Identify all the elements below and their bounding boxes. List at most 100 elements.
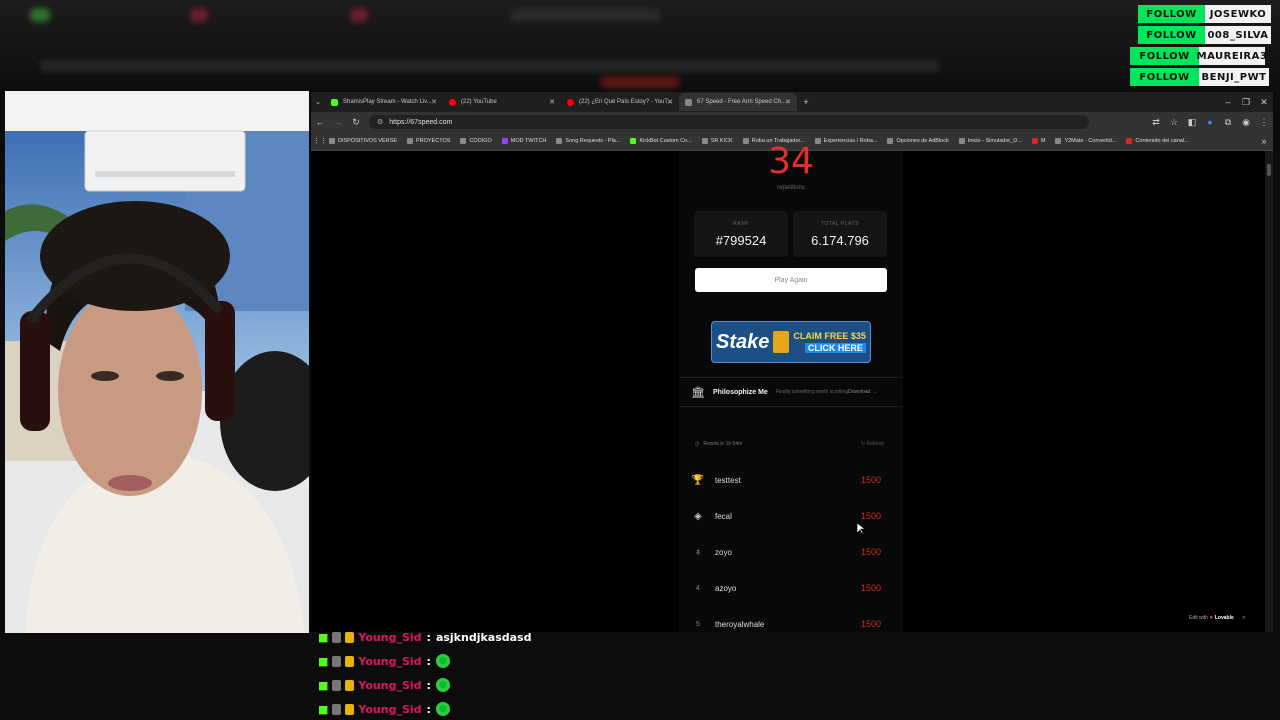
heart-icon: ♥	[1209, 615, 1213, 621]
minimize-icon[interactable]: –	[1219, 97, 1237, 107]
refresh-label: Refresh	[866, 441, 885, 447]
stake-ad-banner[interactable]: Stake CLAIM FREE $35 CLICK HERE	[711, 321, 871, 363]
tab-title: (22) ¿En Qué País Estoy? - YouT...	[579, 99, 673, 105]
translate-icon[interactable]: ⇄	[1147, 117, 1165, 128]
close-icon[interactable]: ✕	[431, 98, 437, 106]
back-icon[interactable]: ←	[311, 117, 329, 127]
twitch-icon	[501, 138, 508, 144]
chat-separator: :	[426, 630, 431, 644]
bookmark[interactable]: Inicio - Simulador_D...	[958, 138, 1022, 144]
rank-box: RANK #799524	[694, 211, 788, 257]
bookmark[interactable]: Song Requests - Pla...	[556, 138, 620, 144]
tab-search-icon[interactable]: ⌄	[311, 98, 325, 106]
close-window-icon[interactable]: ✕	[1255, 97, 1273, 108]
game-card: 34 repetitions RANK #799524 TOTAL PLAYS …	[679, 141, 903, 632]
kick-icon	[630, 138, 637, 144]
tab-title: 67 Speed - Free Arm Speed Ch...	[697, 99, 787, 105]
leaderboard-row: ♁ zoyo 1500	[691, 539, 887, 565]
play-again-button[interactable]: Play Again	[695, 268, 887, 292]
browser-tab[interactable]: ShamisPlay Stream - Watch Liv... ✕	[325, 93, 443, 111]
bookmark[interactable]: CODIGO	[460, 138, 492, 144]
address-bar: ← → ↻ ⚙ https://67speed.com ⇄ ☆ ◧ ● ⧉ ◉ …	[311, 112, 1273, 132]
kick-icon: ■	[318, 678, 329, 692]
tab-title: (22) YouTube	[461, 99, 497, 105]
scrollbar-thumb[interactable]	[1267, 164, 1271, 176]
close-icon[interactable]: ✕	[1242, 615, 1246, 621]
bookmark[interactable]: MOD TWITCH	[501, 138, 546, 144]
follower-name: JOSEWKO	[1205, 5, 1271, 23]
bookmark-label: CODIGO	[469, 138, 492, 144]
restore-icon[interactable]: ❐	[1237, 97, 1255, 108]
player-score: 1500	[860, 619, 881, 629]
bookmark[interactable]: Y2Mate - Convertid...	[1055, 138, 1116, 144]
follow-alert: FOLLOW MAUREIRA3	[1130, 47, 1267, 65]
chat-message: ■ Young_Sid : ●	[318, 699, 450, 719]
browser-tab[interactable]: (22) YouTube ✕	[443, 93, 561, 111]
reps-label: repetitions	[777, 185, 805, 191]
promo-download[interactable]: Download →	[848, 389, 877, 395]
browser-window: ⌄ ShamisPlay Stream - Watch Liv... ✕ (22…	[311, 92, 1273, 632]
follow-button[interactable]: FOLLOW	[1130, 47, 1199, 65]
promo-name: Philosophize Me	[712, 388, 768, 396]
bookmark-label: DISPOSITIVOS VERSE	[338, 138, 397, 144]
follow-button[interactable]: FOLLOW	[1138, 26, 1205, 44]
reset-timer: ◷ Resets in 1h 54m	[695, 441, 742, 447]
chat-separator: :	[426, 702, 431, 716]
reload-icon[interactable]: ↻	[347, 117, 365, 128]
chat-message: ■ Young_Sid : ●	[318, 651, 450, 671]
folder-icon	[460, 138, 467, 144]
bookmark-label: Contenido del canal...	[1135, 138, 1189, 144]
extension-icon[interactable]: ●	[1201, 117, 1219, 127]
chat-message: ■ Young_Sid : ●	[318, 675, 450, 695]
bookmark-label: Y2Mate - Convertid...	[1064, 138, 1117, 144]
bookmark[interactable]: PROYECTOS	[407, 138, 450, 144]
chat-message: ■ Young_Sid : asjkndjkasdasd	[318, 627, 531, 647]
new-tab-icon[interactable]: +	[797, 97, 815, 107]
clock-icon: ◷	[695, 441, 700, 447]
url-input[interactable]: ⚙ https://67speed.com	[369, 115, 1089, 129]
extension-icon[interactable]: ◧	[1183, 117, 1201, 128]
plays-label: TOTAL PLAYS	[820, 221, 860, 227]
forward-icon[interactable]: →	[329, 117, 347, 127]
player-name: azoyo	[715, 583, 737, 593]
close-icon[interactable]: ✕	[667, 98, 673, 106]
ad-claim: CLAIM FREE $35	[793, 331, 866, 341]
browser-tab[interactable]: (22) ¿En Qué País Estoy? - YouT... ✕	[561, 93, 679, 111]
player-name: fecal	[715, 511, 732, 521]
follow-button[interactable]: FOLLOW	[1138, 5, 1205, 23]
apps-icon[interactable]: ⋮⋮	[311, 137, 329, 145]
kick-icon	[331, 98, 338, 106]
promo-bar[interactable]: 🏛 Philosophize Me Finally something wort…	[679, 377, 903, 407]
profile-icon[interactable]: ◉	[1237, 117, 1255, 128]
site-info-icon[interactable]: ⚙	[377, 118, 383, 126]
star-icon[interactable]: ☆	[1165, 117, 1183, 128]
edit-with-label: Edit with	[1189, 615, 1208, 621]
folder-icon	[329, 138, 335, 144]
player-score: 1500	[860, 547, 881, 557]
follower-name: BENJI_PWT	[1199, 68, 1269, 86]
bookmark[interactable]: DISPOSITIVOS VERSE	[329, 138, 397, 144]
bookmark[interactable]: Contenido del canal...	[1126, 138, 1189, 144]
browser-tab-active[interactable]: 67 Speed - Free Arm Speed Ch... ✕	[679, 93, 797, 111]
puzzle-icon[interactable]: ⧉	[1219, 117, 1237, 128]
kick-icon: ■	[318, 630, 329, 644]
player-name: zoyo	[715, 547, 732, 557]
leaderboard-row: 5 theroyalwhale 1500	[691, 611, 887, 632]
badge-icon	[332, 631, 342, 643]
folder-icon	[407, 138, 413, 144]
youtube-icon	[1126, 138, 1133, 144]
refresh-button[interactable]: ↻ Refresh	[861, 441, 884, 447]
menu-icon[interactable]: ⋮	[1255, 117, 1273, 128]
bookmark[interactable]: M	[1031, 138, 1045, 144]
follow-alert: FOLLOW 008_SILVA	[1138, 26, 1271, 44]
bookmark-icon	[958, 138, 965, 144]
close-icon[interactable]: ✕	[785, 98, 791, 106]
edit-with-lovable[interactable]: Edit with ♥ Lovable ✕	[1189, 615, 1246, 621]
plays-box: TOTAL PLAYS 6.174.796	[793, 211, 887, 257]
scrollbar[interactable]	[1265, 151, 1273, 632]
player-rank: 4	[696, 584, 700, 592]
more-bookmarks-icon[interactable]: »	[1255, 136, 1273, 146]
close-icon[interactable]: ✕	[549, 98, 555, 106]
player-name: testtest	[715, 475, 741, 485]
follow-button[interactable]: FOLLOW	[1130, 68, 1199, 86]
